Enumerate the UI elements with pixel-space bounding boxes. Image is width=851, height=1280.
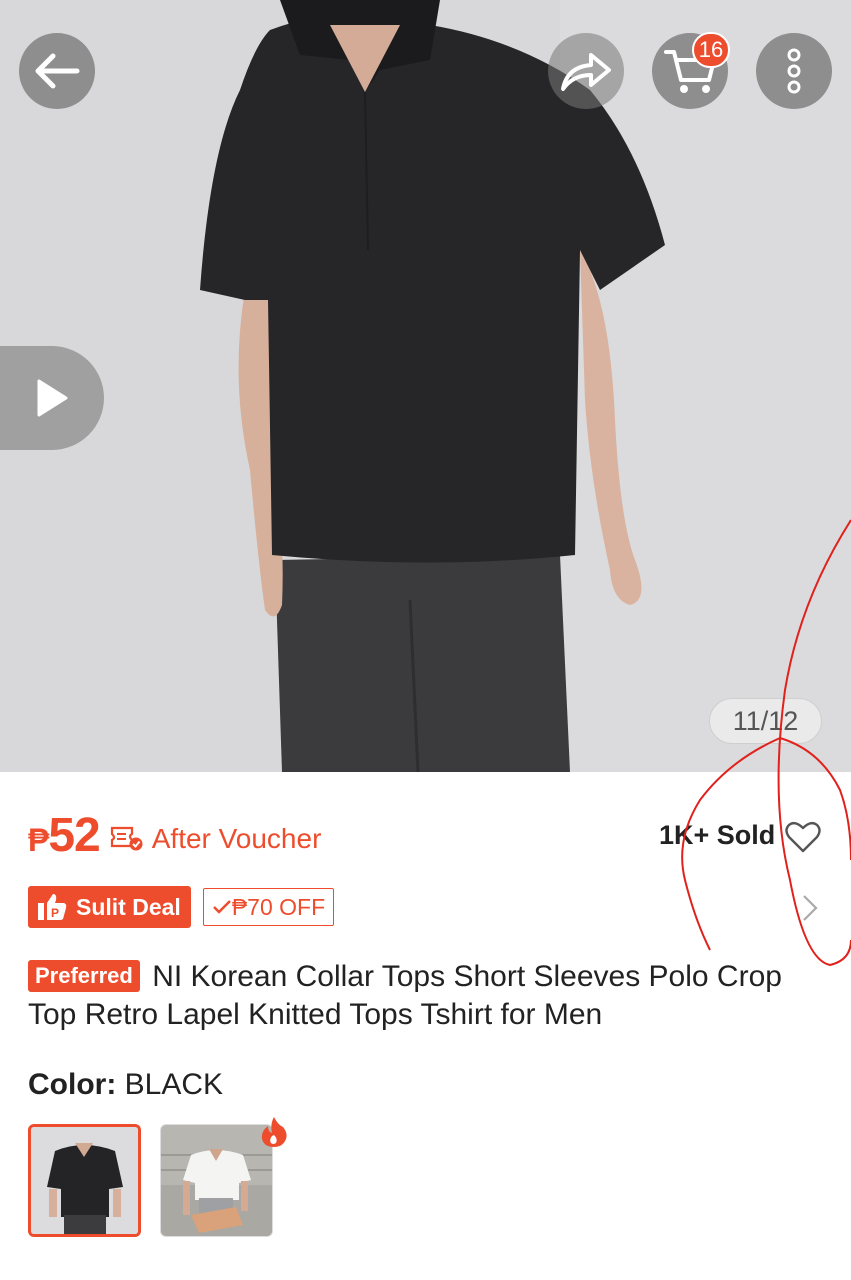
color-row: Color: BLACK xyxy=(28,1068,223,1102)
swatch-white[interactable] xyxy=(160,1124,273,1237)
product-name: NI Korean Collar Tops Short Sleeves Polo… xyxy=(28,960,782,1031)
heart-outline-icon xyxy=(785,821,821,853)
check-icon xyxy=(212,900,231,914)
product-title: Preferred NI Korean Collar Tops Short Sl… xyxy=(28,958,828,1034)
discount-tag: ₱70 OFF xyxy=(202,888,335,926)
preferred-badge: Preferred xyxy=(28,960,140,992)
back-button[interactable] xyxy=(19,33,95,109)
price-note: After Voucher xyxy=(151,823,322,854)
more-options-button[interactable] xyxy=(756,33,832,109)
swatch-white-image xyxy=(161,1125,272,1236)
sold-count: 1K+ Sold xyxy=(659,820,776,850)
swatch-black-image xyxy=(31,1127,138,1234)
price: ₱52 xyxy=(28,808,101,862)
play-video-button[interactable] xyxy=(0,346,104,450)
deal-row[interactable]: P Sulit Deal ₱70 OFF xyxy=(28,886,335,928)
swatch-black[interactable] xyxy=(28,1124,141,1237)
price-row: ₱52 After Voucher xyxy=(28,800,321,870)
play-icon xyxy=(37,379,68,417)
color-swatches xyxy=(28,1124,292,1237)
share-button[interactable] xyxy=(548,33,624,109)
wishlist-button[interactable] xyxy=(785,820,821,859)
fire-icon xyxy=(261,1117,287,1147)
selected-color: BLACK xyxy=(124,1068,224,1101)
product-photo xyxy=(0,0,851,772)
image-counter: 11/12 xyxy=(709,698,822,744)
voucher-check-icon xyxy=(110,826,143,851)
product-image[interactable] xyxy=(0,0,851,772)
chevron-right-icon xyxy=(803,895,818,921)
thumbs-up-tag-icon: P xyxy=(38,894,67,920)
sulit-deal-badge: P Sulit Deal xyxy=(28,886,191,928)
share-icon xyxy=(561,53,611,91)
more-vertical-icon xyxy=(787,48,801,94)
deal-label: Sulit Deal xyxy=(76,893,181,920)
color-label: Color: xyxy=(28,1068,117,1101)
svg-text:P: P xyxy=(51,906,59,920)
cart-count-badge: 16 xyxy=(692,32,730,68)
arrow-left-icon xyxy=(35,53,80,89)
deals-more-button[interactable] xyxy=(800,893,820,928)
